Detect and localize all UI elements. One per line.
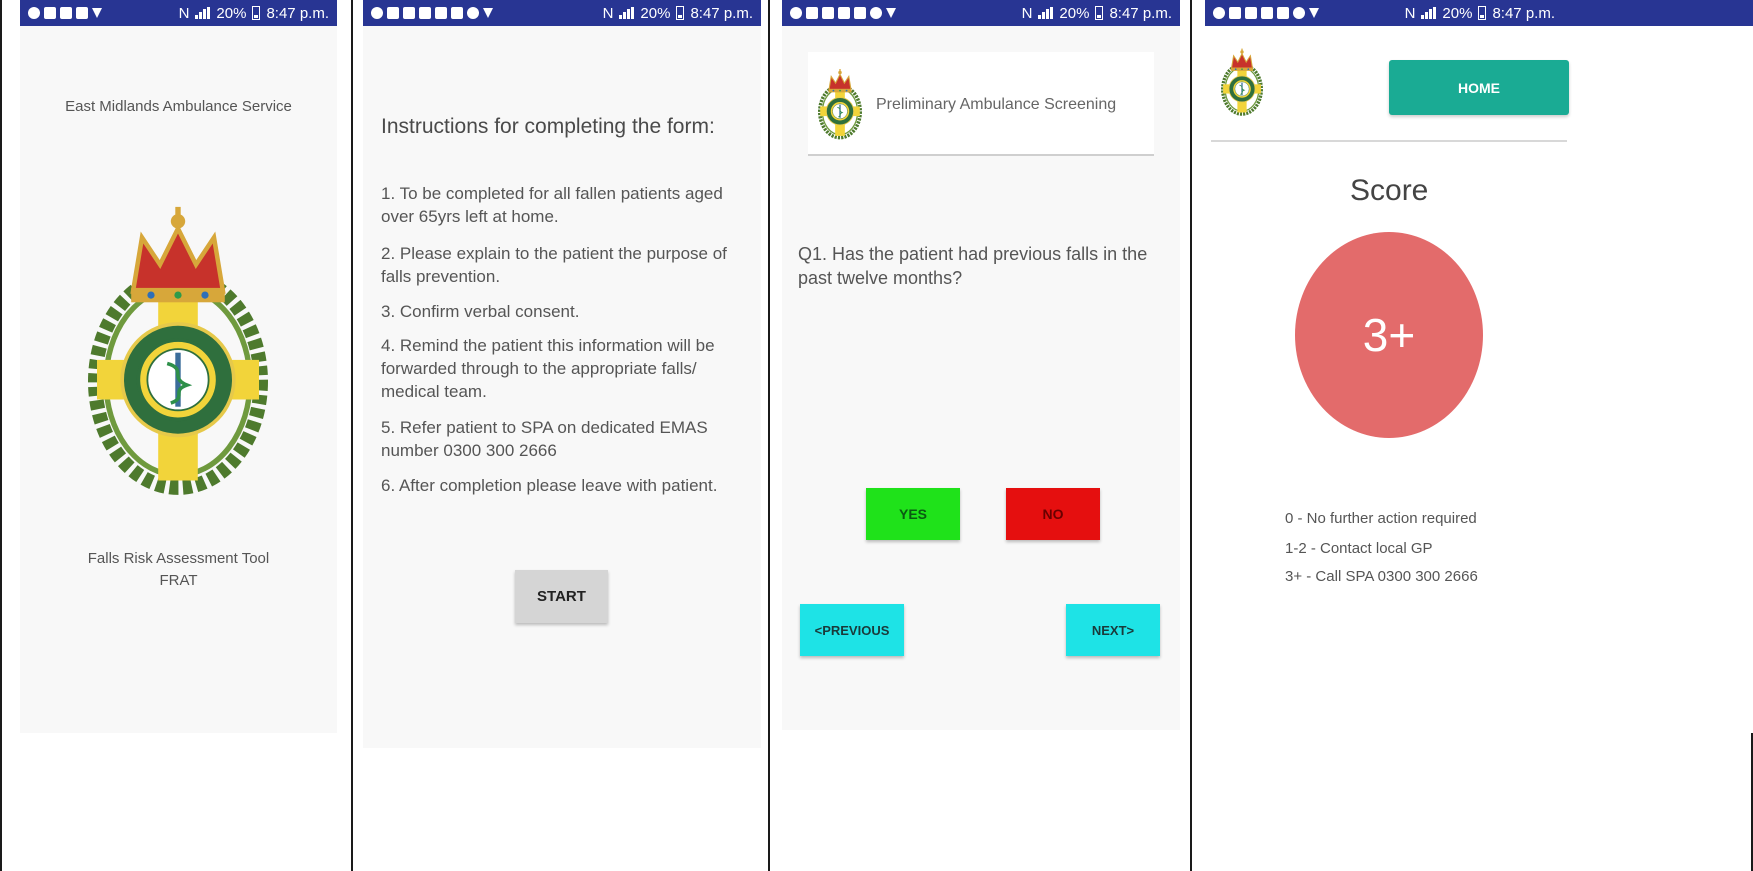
- notification-icon: [1245, 7, 1257, 19]
- splash-screen: N 20% 8:47 p.m. East Midlands Ambulance …: [20, 0, 337, 733]
- ambulance-crest-icon: [1221, 46, 1263, 118]
- battery-percent: 20%: [1059, 4, 1090, 22]
- notification-icon: [387, 7, 399, 19]
- yes-button[interactable]: YES: [866, 488, 960, 540]
- battery-icon: [1095, 6, 1104, 20]
- notification-icon: [870, 7, 882, 19]
- notification-icon: [435, 7, 447, 19]
- org-name: East Midlands Ambulance Service: [65, 98, 292, 115]
- notification-icon: [28, 7, 40, 19]
- previous-button[interactable]: <PREVIOUS: [800, 604, 904, 656]
- header-title: Preliminary Ambulance Screening: [876, 96, 1117, 113]
- question-screen: N 20% 8:47 p.m. Preliminary Ambulance Sc…: [782, 0, 1180, 730]
- notification-icon: [76, 7, 88, 19]
- download-icon: [92, 8, 102, 18]
- clock: 8:47 p.m.: [266, 4, 329, 22]
- legend-item-3: 3+ - Call SPA 0300 300 2666: [1285, 568, 1478, 585]
- instruction-item-1: 1. To be completed for all fallen patien…: [381, 184, 723, 226]
- notification-icons: [1213, 7, 1319, 19]
- status-bar: N 20% 8:47 p.m.: [20, 0, 337, 26]
- notification-icon: [838, 7, 850, 19]
- home-button[interactable]: HOME: [1389, 60, 1569, 115]
- clock: 8:47 p.m.: [1109, 4, 1172, 22]
- clock: 8:47 p.m.: [1492, 4, 1555, 22]
- notification-icon: [822, 7, 834, 19]
- legend-item-2: 1-2 - Contact local GP: [1285, 540, 1433, 557]
- notification-icon: [451, 7, 463, 19]
- download-icon: [483, 8, 493, 18]
- notification-icons: [790, 7, 896, 19]
- notification-icon: [403, 7, 415, 19]
- notification-icon: [1261, 7, 1273, 19]
- notification-icon: [790, 7, 802, 19]
- score-title: Score: [1350, 174, 1429, 207]
- panel-divider: [351, 0, 353, 871]
- ambulance-crest-icon: [88, 185, 268, 515]
- battery-icon: [1478, 6, 1487, 20]
- notification-icon: [854, 7, 866, 19]
- network-indicator: N: [178, 4, 190, 22]
- header-divider: [1211, 140, 1567, 142]
- notification-icon: [371, 7, 383, 19]
- network-indicator: N: [602, 4, 614, 22]
- notification-icon: [806, 7, 818, 19]
- instructions-heading: Instructions for completing the form:: [381, 115, 715, 138]
- instruction-item-3: 3. Confirm verbal consent.: [381, 302, 580, 321]
- status-bar: N 20% 8:47 p.m.: [363, 0, 761, 26]
- clock: 8:47 p.m.: [690, 4, 753, 22]
- notification-icons: [371, 7, 493, 19]
- notification-icon: [44, 7, 56, 19]
- notification-icon: [60, 7, 72, 19]
- instruction-item-2: 2. Please explain to the patient the pur…: [381, 244, 727, 286]
- panel-divider: [1190, 0, 1192, 871]
- network-indicator: N: [1404, 4, 1416, 22]
- notification-icon: [1293, 7, 1305, 19]
- tool-name: Falls Risk Assessment Tool: [87, 550, 270, 567]
- notification-icon: [1229, 7, 1241, 19]
- status-bar: N 20% 8:47 p.m.: [1205, 0, 1753, 26]
- tool-abbreviation: FRAT: [159, 572, 198, 589]
- start-button[interactable]: START: [515, 570, 608, 623]
- score-screen: N 20% 8:47 p.m. HOME Score 3+ 0 - No fur…: [1205, 0, 1753, 733]
- status-bar: N 20% 8:47 p.m.: [782, 0, 1180, 26]
- panel-divider: [768, 0, 770, 871]
- notification-icon: [419, 7, 431, 19]
- notification-icons: [28, 7, 102, 19]
- next-button[interactable]: NEXT>: [1066, 604, 1160, 656]
- battery-icon: [252, 6, 261, 20]
- download-icon: [1309, 8, 1319, 18]
- network-indicator: N: [1021, 4, 1033, 22]
- signal-icon: [619, 7, 635, 19]
- battery-percent: 20%: [216, 4, 247, 22]
- signal-icon: [1038, 7, 1054, 19]
- score-value: 3+: [1362, 309, 1416, 361]
- notification-icon: [1213, 7, 1225, 19]
- ambulance-crest-icon: [818, 66, 862, 142]
- screening-header: Preliminary Ambulance Screening: [808, 52, 1154, 156]
- battery-percent: 20%: [1442, 4, 1473, 22]
- panel-divider: [0, 0, 2, 871]
- instructions-screen: N 20% 8:47 p.m. Instructions for complet…: [363, 0, 761, 748]
- battery-percent: 20%: [640, 4, 671, 22]
- signal-icon: [1421, 7, 1437, 19]
- instruction-item-6: 6. After completion please leave with pa…: [381, 476, 718, 495]
- signal-icon: [195, 7, 211, 19]
- composite-screenshot: N 20% 8:47 p.m. East Midlands Ambulance …: [0, 0, 1753, 871]
- score-circle: 3+: [1295, 232, 1483, 438]
- notification-icon: [467, 7, 479, 19]
- legend-item-1: 0 - No further action required: [1285, 510, 1477, 527]
- battery-icon: [676, 6, 685, 20]
- download-icon: [886, 8, 896, 18]
- no-button[interactable]: NO: [1006, 488, 1100, 540]
- notification-icon: [1277, 7, 1289, 19]
- instruction-item-5: 5. Refer patient to SPA on dedicated EMA…: [381, 418, 708, 460]
- question-text: Q1. Has the patient had previous falls i…: [798, 244, 1148, 288]
- instruction-item-4: 4. Remind the patient this information w…: [381, 336, 715, 401]
